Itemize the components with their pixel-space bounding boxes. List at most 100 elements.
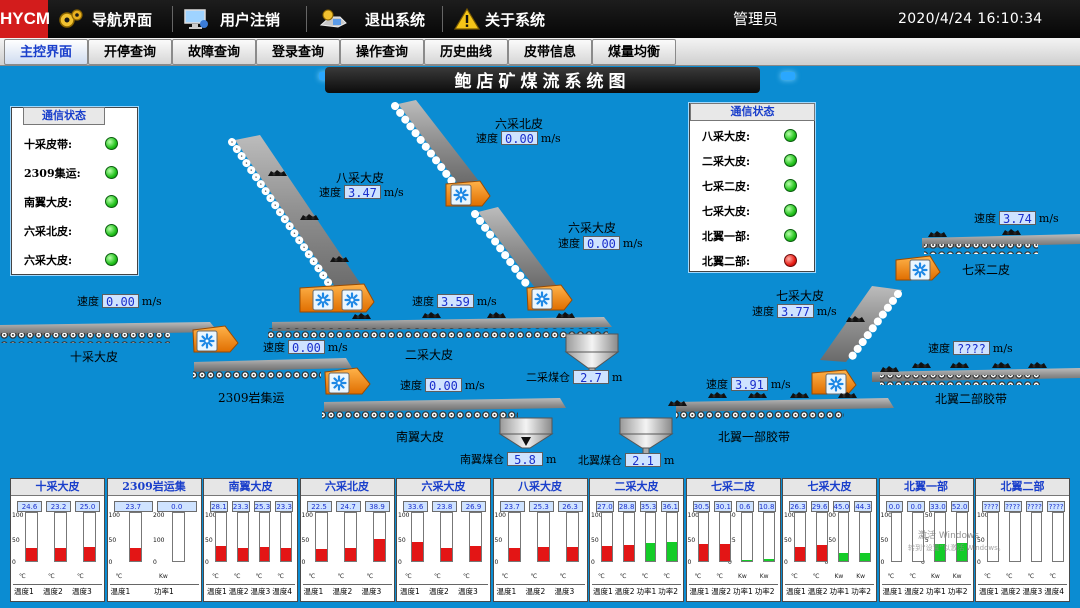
bunker-beiyi[interactable]: [618, 417, 674, 455]
panel-col-label: 温度2: [525, 587, 546, 596]
level-bar: [1008, 512, 1021, 562]
unit-label: ℃: [909, 573, 916, 580]
panel-title: 北翼一部: [879, 479, 973, 496]
scale-label: 0: [12, 559, 16, 566]
panel-value: 45.0: [832, 501, 851, 512]
scale-label: 0: [687, 559, 692, 566]
belt-ercai[interactable]: [268, 312, 612, 338]
level-ercai-bunker: 二采煤仓 2.7 m: [526, 370, 623, 385]
panel-title: 南翼大皮: [204, 479, 297, 496]
speed-qicai-da: 速度 3.77 m/s: [752, 304, 837, 319]
label-bacai: 八采大皮: [336, 171, 385, 185]
level-bar: [536, 512, 550, 562]
coal-flow-diagram: [0, 100, 1080, 455]
unit-label: ℃: [559, 573, 567, 580]
level-bar: [719, 512, 731, 562]
level-bar: [741, 512, 753, 562]
exit-system-button[interactable]: 退出系统: [318, 0, 438, 38]
unit-label: ℃: [48, 573, 55, 580]
drive-unit[interactable]: [192, 325, 239, 353]
unit-label: Kw: [856, 573, 866, 580]
scale-label: 50: [301, 537, 310, 544]
panel-value: 22.5: [306, 501, 332, 512]
belt-bacai[interactable]: [228, 135, 362, 295]
datetime: 2020/4/24 16:10:34: [898, 11, 1043, 27]
panel-col-label: 功率2: [851, 587, 872, 596]
unit-label: ℃: [530, 573, 538, 580]
scale-label: 0: [301, 559, 306, 566]
drive-unit[interactable]: [811, 369, 857, 396]
drive-unit[interactable]: [324, 367, 371, 395]
unit-label: ℃: [308, 573, 316, 580]
panel-col-label: 温度3: [1022, 587, 1043, 596]
bunker-nanyi[interactable]: [498, 417, 554, 449]
belt-liucai-da[interactable]: [471, 207, 556, 293]
drive-unit[interactable]: [299, 283, 375, 313]
panel-baseline: [399, 584, 488, 585]
logout-button[interactable]: 用户注销: [183, 0, 293, 38]
panel-baseline: [13, 584, 102, 585]
drive-unit[interactable]: [895, 255, 941, 282]
panel-10: 北翼二部 100 50 0???? ℃ 温度1???? ℃ 温度2???? ℃ 温度3???? ℃ 温…: [975, 478, 1070, 602]
unit-label: ℃: [812, 573, 820, 580]
scale-label: 50: [880, 537, 889, 544]
speed-bacai: 速度 3.47 m/s: [319, 185, 404, 200]
tab-main-control[interactable]: 主控界面: [4, 39, 88, 65]
about-system-button[interactable]: 关于系统: [454, 0, 564, 38]
panel-title: 六采大皮: [397, 479, 490, 496]
scale-label: 0: [977, 559, 981, 566]
level-bar: [128, 512, 142, 562]
level-fill: [315, 548, 327, 561]
current-user: 管理员: [733, 10, 779, 28]
unit-label: ℃: [434, 573, 441, 580]
panel-col-label: 温度3: [361, 587, 382, 596]
belt-beiyi-er[interactable]: [872, 362, 1080, 385]
fan-icon: [449, 183, 473, 207]
drive-unit[interactable]: [445, 180, 491, 207]
panel-col-label: 温度2: [711, 587, 732, 596]
drive-unit[interactable]: [526, 284, 573, 311]
nav-screen-button[interactable]: 导航界面: [58, 0, 168, 38]
panel-title: 七采大皮: [783, 479, 876, 496]
level-fill: [537, 547, 549, 561]
unit-label: ℃: [694, 573, 702, 580]
panel-baseline: [881, 584, 971, 585]
level-fill: [742, 560, 752, 561]
level-bar: [372, 512, 386, 562]
panel-value: ????: [1025, 501, 1044, 512]
belt-shicai[interactable]: [0, 322, 218, 343]
panel-col-label: 温度1: [400, 587, 420, 596]
panel-col-label: 温度1: [14, 587, 34, 596]
panel-col-label: 功率2: [947, 587, 968, 596]
speed-shicai: 速度 0.00 m/s: [77, 294, 162, 309]
unit-label: ℃: [887, 573, 895, 580]
belt-qicai-da[interactable]: [820, 286, 902, 366]
tab-fault-query[interactable]: 故障查询: [172, 39, 256, 65]
level-bar: [987, 512, 999, 562]
panel-value: 26.3: [557, 501, 583, 512]
belt-qicai-er[interactable]: [922, 229, 1080, 254]
tab-coal-balance[interactable]: 煤量均衡: [592, 39, 676, 65]
level-bar: [644, 512, 657, 562]
belt-liucai-bei[interactable]: [391, 100, 478, 188]
belt-beiyi-yi[interactable]: [668, 392, 894, 420]
fan-icon: [824, 372, 848, 396]
scale-label: 0: [153, 559, 157, 566]
panel-col-label: 温度3: [72, 587, 92, 596]
level-fill: [508, 548, 520, 561]
level-bar: [622, 512, 635, 562]
hycm-logo: HYCM: [0, 0, 50, 38]
belt-nanyi[interactable]: [322, 398, 566, 420]
tab-start-stop-query[interactable]: 开停查询: [88, 39, 172, 65]
level-bar: [815, 512, 828, 562]
scale-label: 100: [494, 512, 506, 519]
tab-history-curve[interactable]: 历史曲线: [424, 39, 508, 65]
scale-label: 0: [398, 559, 402, 566]
tab-login-query[interactable]: 登录查询: [256, 39, 340, 65]
exit-icon: [319, 9, 347, 28]
panel-value: 44.3: [854, 501, 872, 512]
tab-belt-info[interactable]: 皮带信息: [508, 39, 592, 65]
level-fill: [216, 545, 226, 561]
panel-baseline: [495, 584, 585, 585]
tab-operation-query[interactable]: 操作查询: [340, 39, 424, 65]
